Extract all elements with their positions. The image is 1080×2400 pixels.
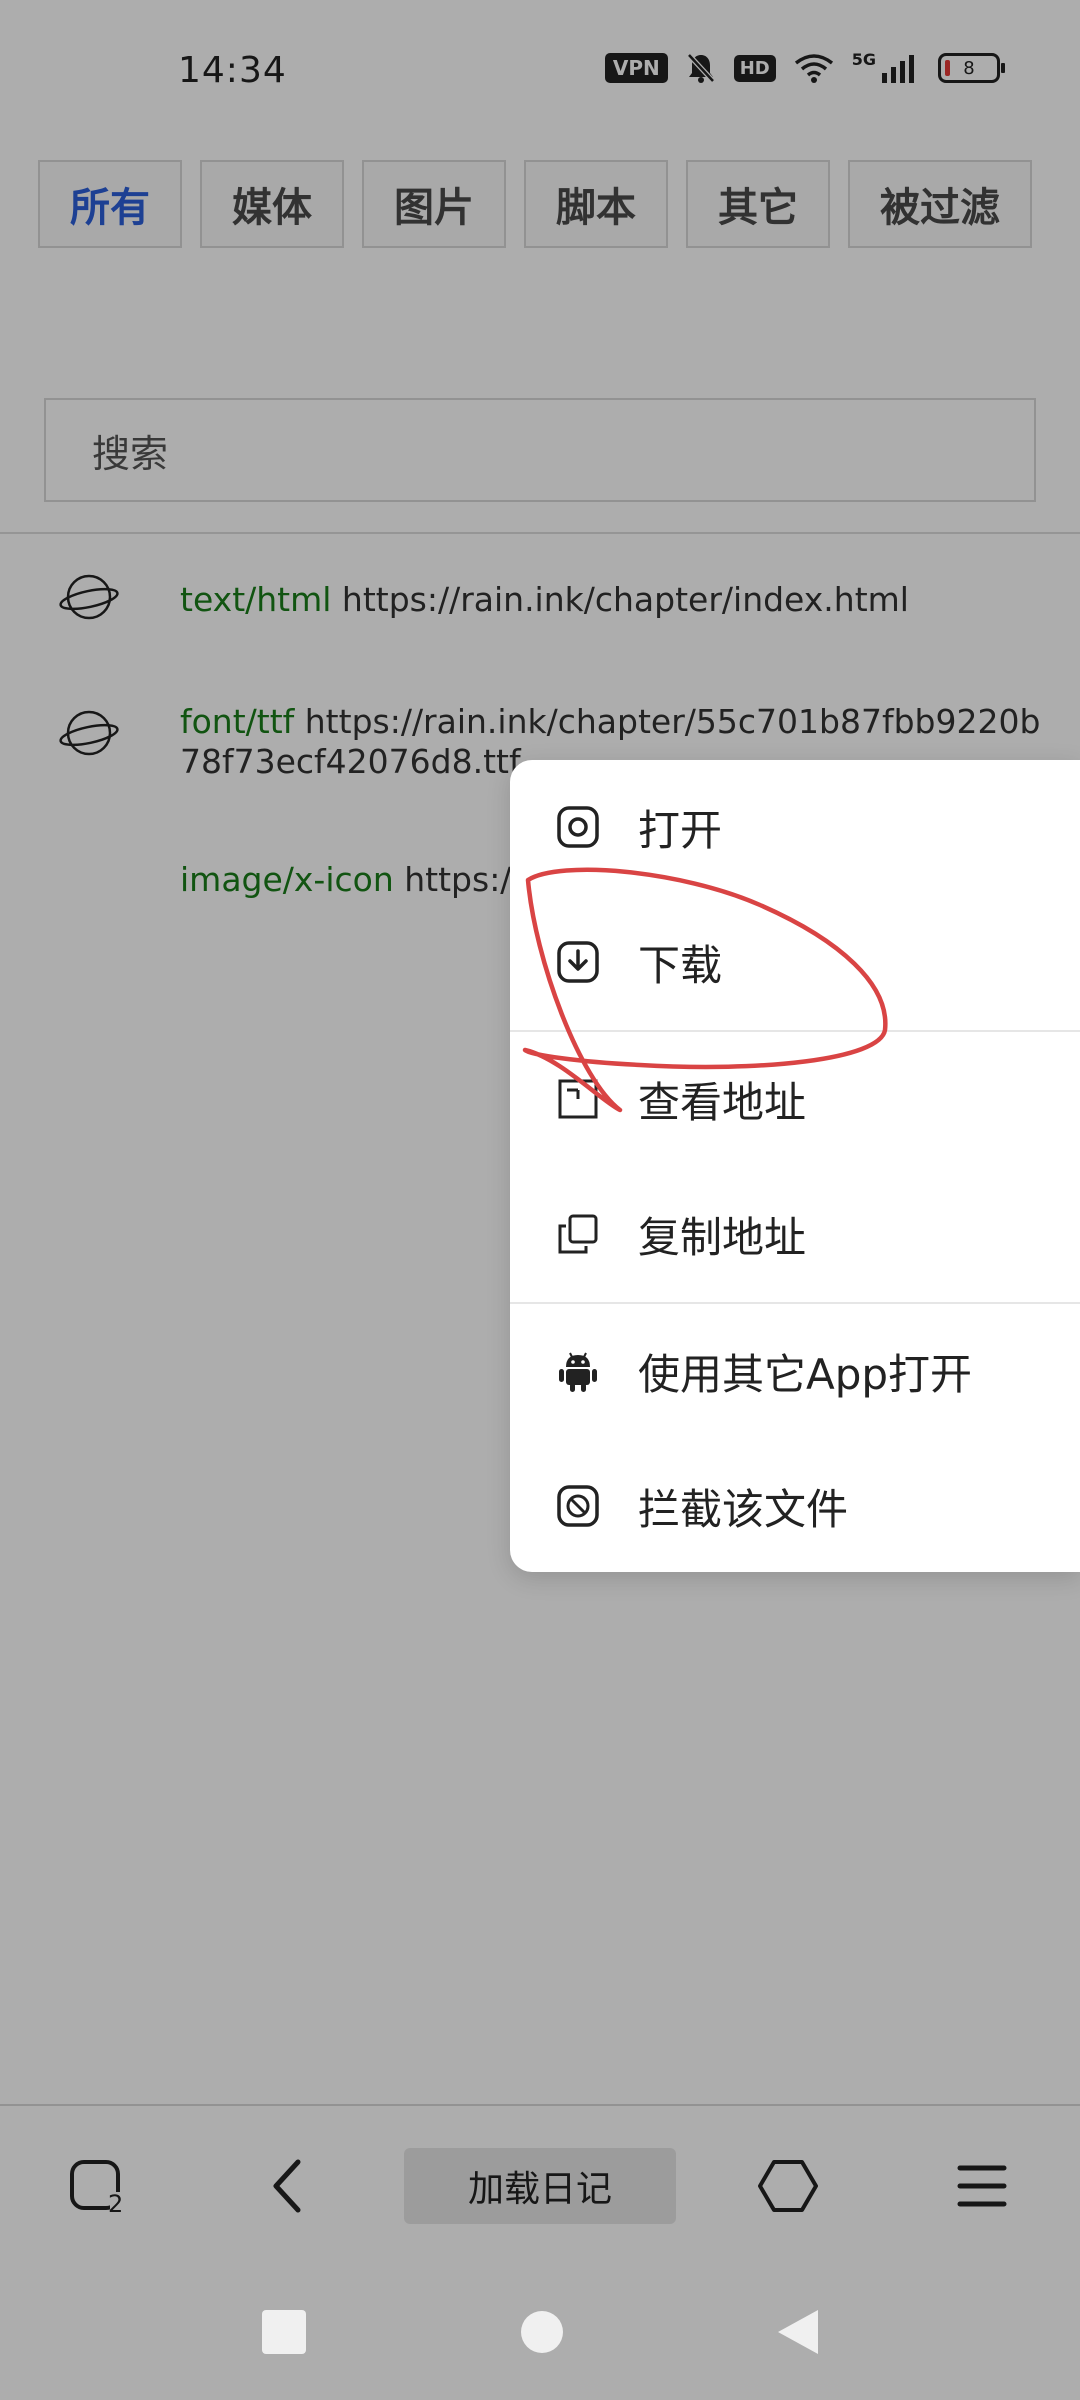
menu-item-open-with-app[interactable]: 使用其它App打开 <box>510 1304 1080 1439</box>
menu-item-block-file[interactable]: 拦截该文件 <box>510 1439 1080 1574</box>
copy-icon <box>558 1214 598 1254</box>
download-icon <box>557 941 599 983</box>
android-icon <box>559 1352 597 1392</box>
menu-item-open[interactable]: 打开 <box>510 760 1080 895</box>
menu-item-label: 下载 <box>638 941 723 990</box>
context-menu: 打开 下载 查看地址 复制地址 使用其它App打开 拦截该文件 <box>510 760 1080 1572</box>
menu-item-copy-address[interactable]: 复制地址 <box>510 1167 1080 1302</box>
menu-item-label: 打开 <box>638 806 723 855</box>
menu-item-label: 复制地址 <box>638 1213 807 1262</box>
block-icon <box>557 1485 599 1527</box>
menu-item-download[interactable]: 下载 <box>510 895 1080 1030</box>
menu-item-label: 拦截该文件 <box>638 1485 849 1534</box>
menu-item-label: 使用其它App打开 <box>638 1350 973 1399</box>
open-icon <box>557 806 599 848</box>
menu-item-view-address[interactable]: 查看地址 <box>510 1032 1080 1167</box>
menu-item-label: 查看地址 <box>638 1078 807 1127</box>
view-address-icon <box>558 1079 598 1119</box>
